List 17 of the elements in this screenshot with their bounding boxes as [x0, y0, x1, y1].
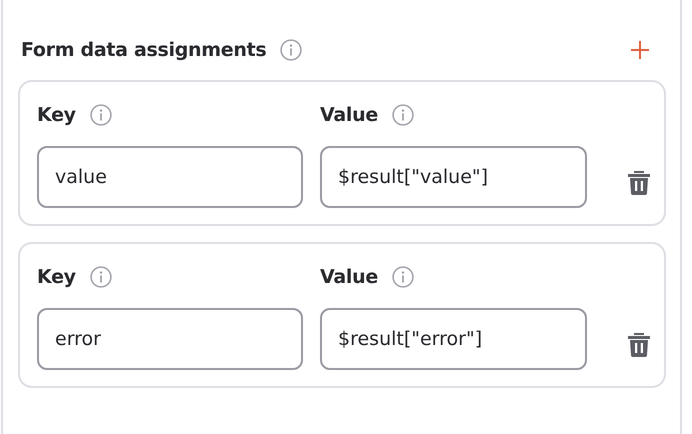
value-label: Value [320, 104, 378, 126]
info-icon[interactable] [392, 104, 414, 126]
info-icon[interactable] [90, 266, 112, 288]
section-title: Form data assignments [21, 39, 266, 61]
key-field[interactable]: value [37, 146, 303, 208]
key-field[interactable]: error [37, 308, 303, 370]
info-icon[interactable] [90, 104, 112, 126]
expression-field[interactable]: $result["error"] [320, 308, 587, 370]
key-label: Key [37, 266, 76, 288]
trash-icon[interactable] [628, 333, 650, 357]
value-label: Value [320, 266, 378, 288]
expression-field[interactable]: $result["value"] [320, 146, 587, 208]
add-icon[interactable] [630, 40, 650, 60]
info-icon[interactable] [392, 266, 414, 288]
info-icon[interactable] [280, 39, 302, 61]
trash-icon[interactable] [628, 171, 650, 195]
key-label: Key [37, 104, 76, 126]
